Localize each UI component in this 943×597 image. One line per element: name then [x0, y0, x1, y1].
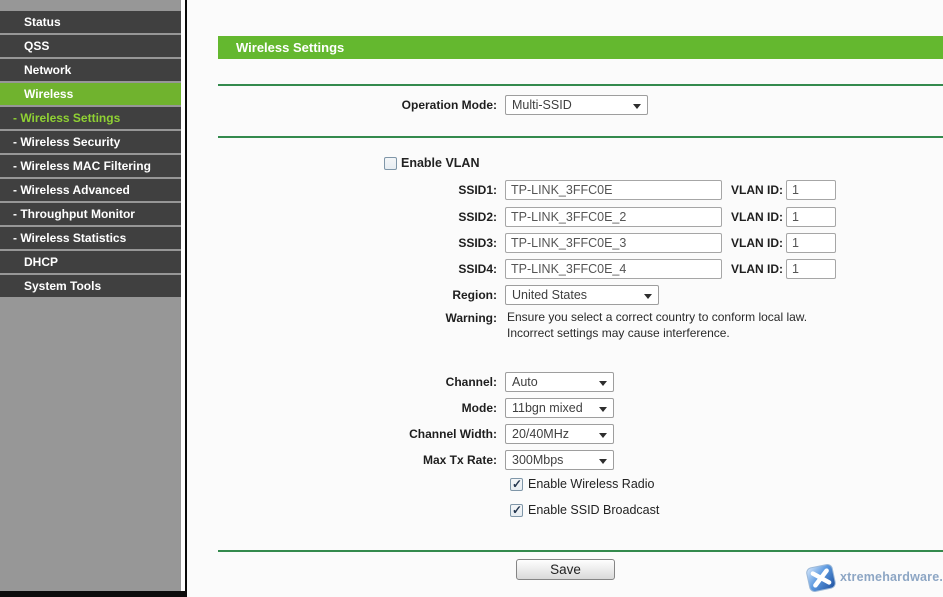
sidebar-item-network[interactable]: Network [0, 59, 181, 81]
operation-mode-value: Multi-SSID [512, 98, 572, 112]
channel-width-label: Channel Width: [409, 427, 497, 441]
mode-label: Mode: [462, 401, 497, 415]
vlan-id2-input[interactable] [786, 207, 836, 227]
channel-width-select[interactable]: 20/40MHz [505, 424, 614, 444]
mode-value: 11bgn mixed [512, 401, 583, 415]
save-button[interactable]: Save [516, 559, 615, 580]
operation-mode-select[interactable]: Multi-SSID [505, 95, 648, 115]
channel-width-value: 20/40MHz [512, 427, 569, 441]
max-tx-rate-value: 300Mbps [512, 453, 563, 467]
enable-vlan-checkbox[interactable] [384, 157, 397, 170]
channel-value: Auto [512, 375, 538, 389]
sidebar-item-dhcp[interactable]: DHCP [0, 251, 181, 273]
ssid1-label: SSID1: [458, 183, 497, 197]
chevron-down-icon [599, 381, 607, 386]
ssid3-label: SSID3: [458, 236, 497, 250]
ssid2-label: SSID2: [458, 210, 497, 224]
divider-operation-mode [218, 136, 943, 138]
region-select[interactable]: United States [505, 285, 659, 305]
watermark-text: xtremehardware.com [840, 570, 943, 584]
vlan-id4-input[interactable] [786, 259, 836, 279]
chevron-down-icon [599, 459, 607, 464]
sidebar: Status QSS Network Wireless - Wireless S… [0, 0, 181, 597]
channel-label: Channel: [446, 375, 497, 389]
ssid4-label: SSID4: [458, 262, 497, 276]
chevron-down-icon [633, 104, 641, 109]
xtremehardware-logo-icon [804, 560, 838, 596]
vlan-id4-label: VLAN ID: [731, 262, 783, 276]
enable-ssid-broadcast-label: Enable SSID Broadcast [528, 503, 659, 518]
enable-wireless-radio-label: Enable Wireless Radio [528, 477, 654, 492]
sidebar-item-wireless-security[interactable]: - Wireless Security [0, 131, 181, 153]
divider-top [218, 84, 943, 86]
sidebar-menu: Status QSS Network Wireless - Wireless S… [0, 11, 181, 299]
vlan-id1-input[interactable] [786, 180, 836, 200]
max-tx-rate-label: Max Tx Rate: [423, 453, 497, 467]
mode-select[interactable]: 11bgn mixed [505, 398, 614, 418]
region-label: Region: [452, 288, 497, 302]
enable-ssid-broadcast-checkbox[interactable] [510, 504, 523, 517]
sidebar-item-wireless[interactable]: Wireless [0, 83, 181, 105]
vlan-id2-label: VLAN ID: [731, 210, 783, 224]
sidebar-item-wireless-advanced[interactable]: - Wireless Advanced [0, 179, 181, 201]
router-admin-page: Status QSS Network Wireless - Wireless S… [0, 0, 943, 597]
channel-select[interactable]: Auto [505, 372, 614, 392]
sidebar-item-wireless-statistics[interactable]: - Wireless Statistics [0, 227, 181, 249]
warning-line1: Ensure you select a correct country to c… [507, 309, 807, 325]
ssid1-input[interactable] [505, 180, 722, 200]
sidebar-bottom-strip [0, 591, 187, 597]
chevron-down-icon [644, 294, 652, 299]
page-title: Wireless Settings [218, 36, 943, 59]
enable-vlan-label: Enable VLAN [401, 156, 480, 171]
region-value: United States [512, 288, 587, 302]
sidebar-item-wireless-settings[interactable]: - Wireless Settings [0, 107, 181, 129]
chevron-down-icon [599, 407, 607, 412]
vlan-id3-input[interactable] [786, 233, 836, 253]
ssid4-input[interactable] [505, 259, 722, 279]
max-tx-rate-select[interactable]: 300Mbps [505, 450, 614, 470]
sidebar-item-throughput-monitor[interactable]: - Throughput Monitor [0, 203, 181, 225]
vlan-id3-label: VLAN ID: [731, 236, 783, 250]
warning-line2: Incorrect settings may cause interferenc… [507, 325, 730, 341]
operation-mode-label: Operation Mode: [402, 98, 497, 112]
watermark: xtremehardware.com [804, 558, 943, 597]
ssid3-input[interactable] [505, 233, 722, 253]
divider-bottom [218, 550, 943, 552]
sidebar-item-system-tools[interactable]: System Tools [0, 275, 181, 297]
ssid2-input[interactable] [505, 207, 722, 227]
sidebar-item-qss[interactable]: QSS [0, 35, 181, 57]
sidebar-item-status[interactable]: Status [0, 11, 181, 33]
warning-label: Warning: [445, 311, 497, 325]
chevron-down-icon [599, 433, 607, 438]
vlan-id1-label: VLAN ID: [731, 183, 783, 197]
enable-wireless-radio-checkbox[interactable] [510, 478, 523, 491]
sidebar-item-wireless-mac-filtering[interactable]: - Wireless MAC Filtering [0, 155, 181, 177]
